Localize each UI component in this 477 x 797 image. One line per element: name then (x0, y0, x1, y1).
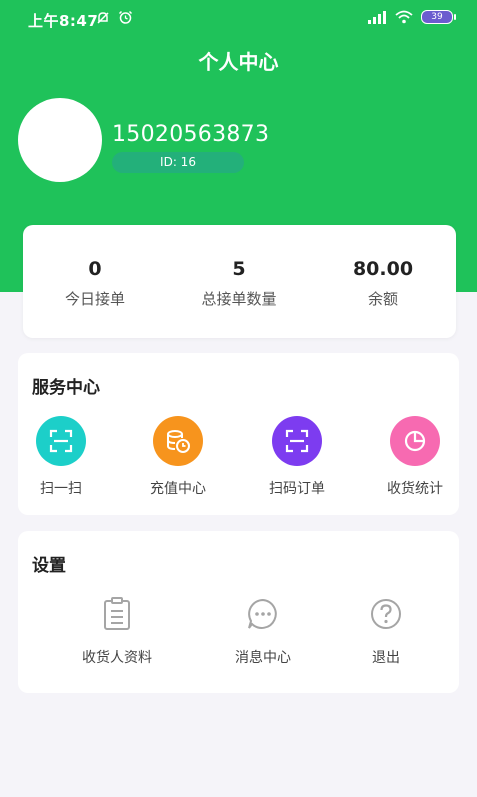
settings-card: 设置 收货人资料 消息中心 退出 (18, 531, 459, 693)
settings-item-label: 退出 (372, 650, 400, 666)
alarm-icon (118, 10, 133, 24)
scan-order-icon (272, 416, 322, 466)
status-bar: 上午8:47 39 (0, 0, 477, 40)
settings-item-logout[interactable]: 退出 (316, 597, 456, 667)
stats-card: 0 今日接单 5 总接单数量 80.00 余额 (23, 225, 456, 338)
clipboard-icon (100, 597, 134, 631)
signal-icon (368, 11, 386, 24)
service-item-receipt-stats[interactable]: 收货统计 (360, 416, 470, 498)
service-item-label: 收货统计 (387, 481, 443, 497)
service-item-label: 充值中心 (150, 481, 206, 497)
settings-item-message-center[interactable]: 消息中心 (193, 597, 333, 667)
stat-balance[interactable]: 80.00 余额 (311, 258, 455, 309)
pie-chart-icon (390, 416, 440, 466)
service-center-title: 服务中心 (32, 378, 100, 398)
scan-icon (36, 416, 86, 466)
help-icon (369, 597, 403, 631)
service-center-card: 服务中心 扫一扫 充值中心 扫码订单 收货统计 (18, 353, 459, 515)
battery-icon: 39 (421, 10, 456, 24)
recharge-icon (153, 416, 203, 466)
settings-item-label: 消息中心 (235, 650, 291, 666)
settings-item-label: 收货人资料 (82, 650, 152, 666)
stat-value: 80.00 (352, 258, 414, 280)
stat-today-orders[interactable]: 0 今日接单 (23, 258, 167, 309)
bell-off-icon (97, 11, 109, 24)
avatar[interactable] (18, 98, 102, 182)
service-item-scan[interactable]: 扫一扫 (6, 416, 116, 498)
status-time: 上午8:47 (28, 12, 99, 30)
wifi-icon (395, 10, 413, 24)
stat-total-orders[interactable]: 5 总接单数量 (167, 258, 311, 309)
service-item-label: 扫码订单 (269, 481, 325, 497)
service-item-recharge[interactable]: 充值中心 (123, 416, 233, 498)
service-item-label: 扫一扫 (40, 481, 82, 497)
service-item-scan-order[interactable]: 扫码订单 (242, 416, 352, 498)
stat-label: 今日接单 (64, 290, 125, 308)
profile-phone: 15020563873 (112, 122, 270, 147)
profile-id-badge: ID: 16 (112, 152, 244, 173)
stat-value: 0 (88, 258, 102, 280)
page-title: 个人中心 (198, 50, 279, 74)
stat-label: 余额 (367, 290, 398, 308)
settings-title: 设置 (32, 556, 66, 576)
stat-value: 5 (232, 258, 246, 280)
settings-item-consignee-info[interactable]: 收货人资料 (47, 597, 187, 667)
stat-label: 总接单数量 (201, 290, 277, 308)
message-icon (246, 597, 280, 631)
